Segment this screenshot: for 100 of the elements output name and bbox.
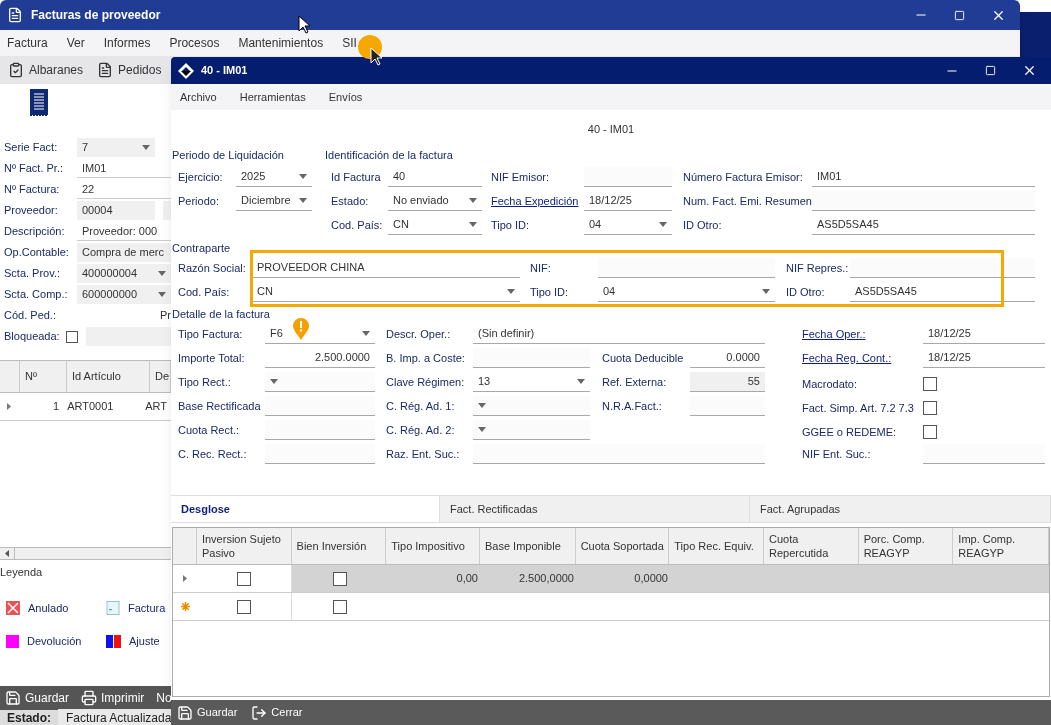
menu-item[interactable]: SII (342, 34, 357, 52)
field-label: Base Rectificada (178, 398, 262, 414)
column-header[interactable]: Inversion Sujeto Pasivo (196, 528, 292, 564)
dropdown-field[interactable] (265, 372, 375, 392)
field-value: 22 (82, 181, 95, 197)
menu-item[interactable]: Envíos (328, 88, 363, 106)
dropdown-field[interactable] (473, 420, 590, 440)
tab[interactable]: Desglose (171, 495, 440, 522)
tab[interactable]: Fact. Rectificadas (440, 495, 750, 522)
field-label: Cuota Deducible (602, 350, 685, 366)
caret-icon (478, 403, 486, 408)
menu-item[interactable]: Factura (7, 34, 48, 52)
input-field[interactable] (584, 167, 672, 187)
checkbox[interactable] (332, 571, 347, 586)
legend-label: Anulado (28, 600, 69, 616)
field-label: Descr. Oper.: (386, 326, 452, 342)
checkbox[interactable] (237, 571, 251, 586)
maximize-icon[interactable] (985, 65, 996, 76)
field-value: 2.500.0000 (314, 350, 370, 366)
field-value: AS5D5SA45 (817, 217, 879, 233)
column-header[interactable]: Tipo Impositivo (386, 528, 480, 564)
document-icon (97, 62, 114, 78)
field-label-link[interactable]: Fecha Expedición (491, 192, 584, 210)
input-field[interactable] (598, 258, 775, 278)
input-field[interactable] (473, 348, 590, 368)
column-header[interactable]: Imp. Comp. REAGYP (953, 528, 1049, 564)
toolbar-button[interactable]: Albaranes (8, 61, 84, 79)
field-label-link[interactable]: Fecha Reg. Cont.: (802, 349, 923, 367)
field-value: (Sin definir) (478, 326, 535, 342)
field-value: 13 (478, 374, 491, 390)
menu-item[interactable]: Ver (66, 34, 85, 52)
column-header[interactable]: Tipo Rec. Equiv. (669, 528, 764, 564)
field-value: 40 (393, 169, 406, 185)
field-label: Tipo Factura: (178, 326, 244, 342)
menu-item[interactable]: Informes (103, 34, 151, 52)
input-field[interactable] (163, 201, 171, 220)
column-header[interactable]: Nº (20, 361, 67, 392)
checkbox[interactable] (923, 400, 937, 415)
section-title: Contraparte (171, 241, 232, 256)
input-field[interactable] (923, 444, 1045, 464)
input-field[interactable] (265, 396, 375, 416)
field-label: Serie Fact: (3, 140, 59, 156)
dropdown-field[interactable]: 7 (77, 138, 155, 157)
swatch-icon (6, 634, 19, 648)
menu-item[interactable]: Archivo (180, 88, 217, 106)
toolbar-button[interactable]: Guardar (5, 689, 70, 707)
input-field[interactable] (473, 444, 765, 464)
status-label: Estado: (6, 709, 52, 725)
field-label: Cod. País: (178, 284, 231, 300)
menu-item[interactable]: Mantenimientos (238, 34, 324, 52)
dropdown-field[interactable]: 600000000 (77, 285, 171, 304)
checkbox[interactable] (923, 376, 937, 391)
row-pointer-icon (7, 403, 12, 410)
horizontal-scrollbar[interactable] (0, 547, 171, 560)
toolbar-button[interactable]: Imprimir (81, 689, 145, 707)
field-label: Cod. País: (331, 217, 384, 233)
toolbar-button[interactable]: Cerrar (251, 704, 303, 721)
field-label-link[interactable]: Fecha Oper.: (802, 325, 923, 343)
field-label: GGEE o REDEME: (802, 424, 898, 440)
toolbar-button[interactable]: Guardar (177, 704, 238, 721)
checkbox[interactable] (66, 330, 78, 343)
input-field[interactable] (850, 258, 1035, 278)
scroll-left-icon[interactable] (5, 550, 9, 557)
input-field[interactable]: Compra de merc (77, 243, 171, 262)
input-field[interactable] (690, 396, 765, 416)
new-row-icon (180, 602, 190, 611)
column-header[interactable]: Porc. Comp. REAGYP (858, 528, 954, 564)
dropdown-field[interactable]: 400000004 (77, 264, 171, 283)
toolbar-button[interactable]: No (156, 689, 172, 707)
field-label: Raz. Ent. Suc.: (386, 446, 461, 462)
caret-icon (299, 198, 307, 203)
input-field[interactable] (265, 420, 375, 440)
invoice-icon (30, 89, 48, 116)
field-value: Proveedor: 000 (82, 223, 158, 239)
checkbox[interactable] (923, 424, 937, 439)
input-field[interactable] (86, 327, 171, 346)
input-field[interactable]: 55 (690, 372, 765, 392)
input-field[interactable] (812, 191, 1035, 211)
column-header[interactable]: Base Imponible (479, 528, 576, 564)
input-field[interactable] (265, 444, 375, 464)
menu-item[interactable]: Procesos (169, 34, 220, 52)
input-field[interactable]: 00004 (77, 201, 155, 220)
column-header[interactable]: Bien Inversión (291, 528, 387, 564)
column-header[interactable]: Cuota Repercutida (764, 528, 859, 564)
field-value: Pr (160, 308, 171, 324)
checkbox[interactable] (237, 599, 251, 614)
column-header[interactable]: Cuota Soportada (575, 528, 670, 564)
close-icon[interactable] (1022, 63, 1037, 78)
legend-label: Devolución (27, 634, 82, 649)
field-value: 400000004 (82, 266, 138, 282)
dropdown-field[interactable] (473, 396, 590, 416)
field-value: AS5D5SA45 (855, 284, 917, 300)
cancelled-icon (6, 600, 20, 615)
tab[interactable]: Fact. Agrupadas (750, 495, 1051, 522)
column-header[interactable]: Id Artículo (67, 361, 150, 392)
window-title: 40 - IM01 (201, 63, 248, 79)
toolbar-button[interactable]: Pedidos (97, 61, 162, 79)
menu-item[interactable]: Herramientas (239, 88, 306, 106)
maximize-icon[interactable] (954, 9, 965, 21)
checkbox[interactable] (332, 599, 347, 614)
